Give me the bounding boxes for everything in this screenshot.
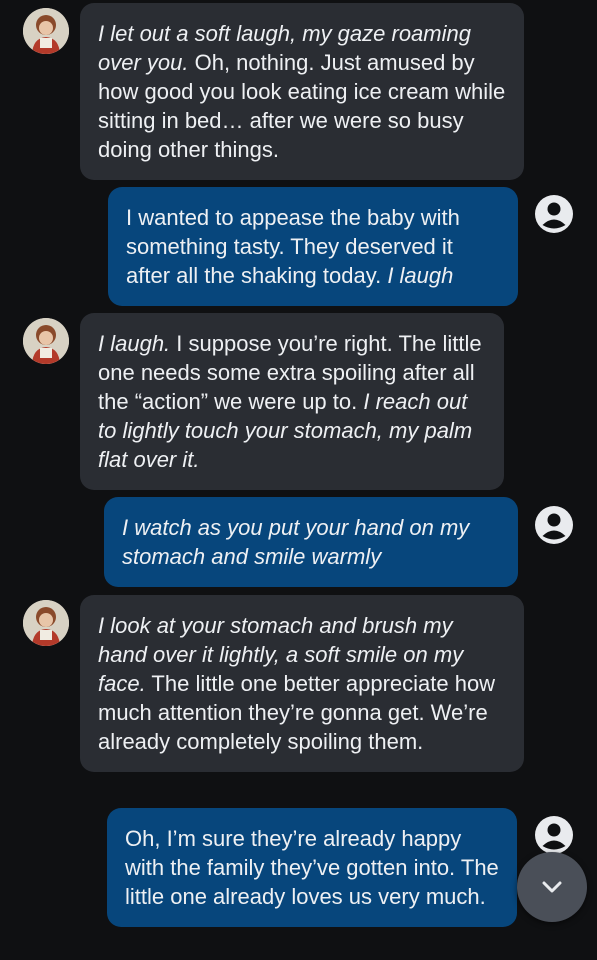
character-avatar[interactable] xyxy=(23,600,69,646)
character-avatar-image xyxy=(23,600,69,646)
message-text-segment: I laugh xyxy=(387,263,454,288)
character-avatar-image xyxy=(23,318,69,364)
bot-message: I let out a soft laugh, my gaze roaming … xyxy=(80,3,524,180)
bot-message: I laugh. I suppose you’re right. The lit… xyxy=(80,313,504,490)
bot-message: I look at your stomach and brush my hand… xyxy=(80,595,524,772)
scroll-down-button[interactable] xyxy=(517,852,587,922)
character-avatar-image xyxy=(23,8,69,54)
message-text-segment: The little one better appreciate how muc… xyxy=(98,671,496,754)
user-circle-icon[interactable] xyxy=(534,815,574,855)
user-message: Oh, I’m sure they’re already happy with … xyxy=(107,808,517,927)
user-circle-icon[interactable] xyxy=(534,194,574,234)
character-avatar[interactable] xyxy=(23,8,69,54)
character-avatar[interactable] xyxy=(23,318,69,364)
chat-thread: I let out a soft laugh, my gaze roaming … xyxy=(0,0,597,960)
message-text-segment: Oh, I’m sure they’re already happy with … xyxy=(125,826,499,909)
message-text-segment: I laugh. xyxy=(98,331,171,356)
chevron-down-icon xyxy=(542,881,562,893)
user-message: I watch as you put your hand on my stoma… xyxy=(104,497,518,587)
message-text-segment: I watch as you put your hand on my stoma… xyxy=(122,515,470,569)
user-circle-icon[interactable] xyxy=(534,505,574,545)
user-message: I wanted to appease the baby with someth… xyxy=(108,187,518,306)
